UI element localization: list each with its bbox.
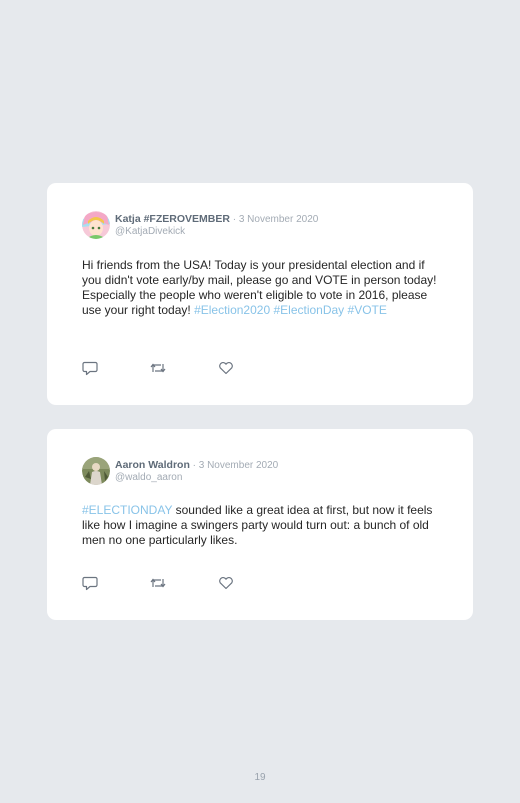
hashtag-link[interactable]: #ElectionDay xyxy=(273,303,344,317)
heart-icon[interactable] xyxy=(217,575,235,591)
hashtag-link[interactable]: #VOTE xyxy=(348,303,387,317)
separator: · xyxy=(229,214,239,225)
page-number: 19 xyxy=(254,772,266,783)
tweet-meta: Aaron Waldron · 3 November 2020 @waldo_a… xyxy=(115,458,278,484)
hashtag-link[interactable]: #ELECTIONDAY xyxy=(82,503,172,517)
tweet-date[interactable]: 3 November 2020 xyxy=(239,214,319,225)
retweet-icon[interactable] xyxy=(149,360,167,376)
retweet-icon[interactable] xyxy=(149,575,167,591)
tweet-date[interactable]: 3 November 2020 xyxy=(199,460,279,471)
tweet-text: Hi friends from the USA! Today is your p… xyxy=(82,258,442,318)
hashtag-link[interactable]: #Election2020 xyxy=(194,303,270,317)
user-handle[interactable]: @KatjaDivekick xyxy=(115,226,318,238)
tweet-actions xyxy=(82,575,235,591)
reply-icon[interactable] xyxy=(82,360,100,376)
heart-icon[interactable] xyxy=(217,360,235,376)
tweet-header: Aaron Waldron · 3 November 2020 @waldo_a… xyxy=(82,457,278,485)
separator: · xyxy=(189,460,199,471)
tweet-card: Aaron Waldron · 3 November 2020 @waldo_a… xyxy=(47,429,473,620)
display-name[interactable]: Katja #FZEROVEMBER xyxy=(115,213,230,225)
tweet-actions xyxy=(82,360,235,376)
tweet-meta: Katja #FZEROVEMBER · 3 November 2020 @Ka… xyxy=(115,212,318,238)
tweet-card: Katja #FZEROVEMBER · 3 November 2020 @Ka… xyxy=(47,183,473,405)
avatar[interactable] xyxy=(82,211,110,239)
avatar[interactable] xyxy=(82,457,110,485)
user-handle[interactable]: @waldo_aaron xyxy=(115,472,278,484)
tweet-header: Katja #FZEROVEMBER · 3 November 2020 @Ka… xyxy=(82,211,318,239)
reply-icon[interactable] xyxy=(82,575,100,591)
tweet-text: #ELECTIONDAY sounded like a great idea a… xyxy=(82,503,442,548)
display-name[interactable]: Aaron Waldron xyxy=(115,459,190,471)
